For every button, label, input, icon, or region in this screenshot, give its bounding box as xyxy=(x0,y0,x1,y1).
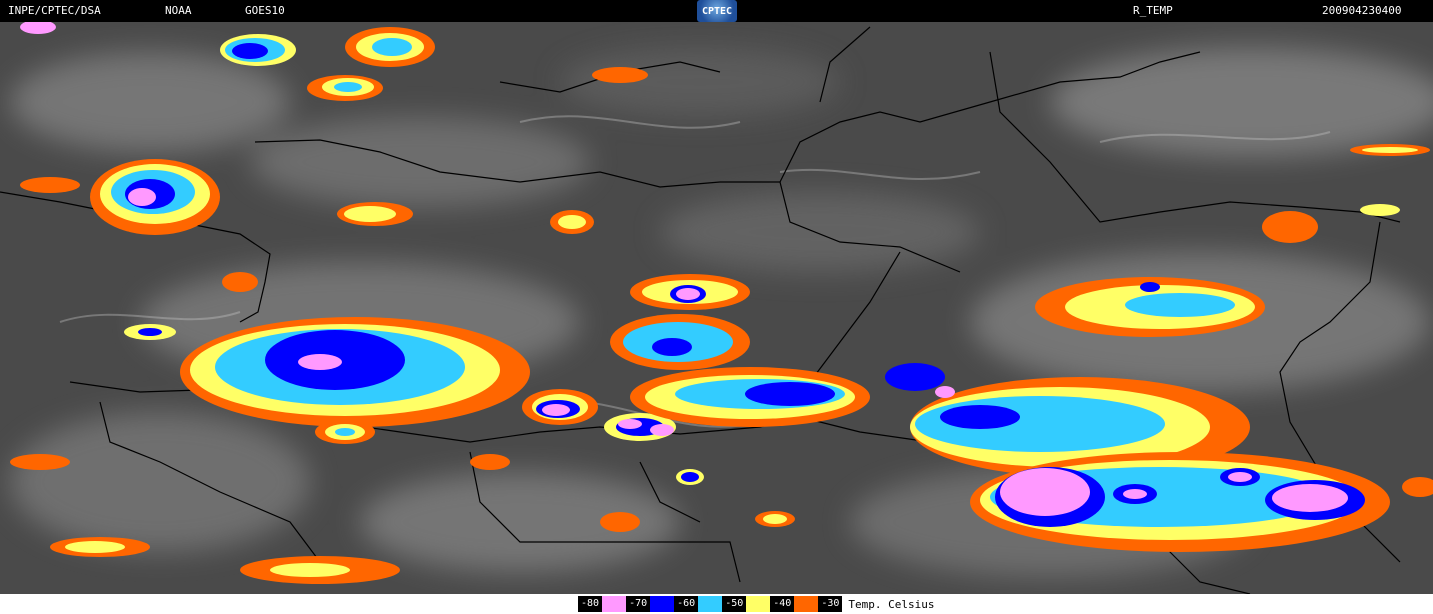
timestamp-label: 200904230400 xyxy=(1322,4,1402,17)
legend-label: -40 xyxy=(770,596,795,612)
satellite-map-svg xyxy=(0,22,1433,594)
legend-swatch xyxy=(698,596,723,612)
legend-label: -30 xyxy=(818,596,843,612)
cptec-logo: CPTEC xyxy=(697,0,737,22)
legend-label: -70 xyxy=(626,596,651,612)
legend-label: -80 xyxy=(578,596,603,612)
header-bar: INPE/CPTEC/DSA NOAA GOES10 CPTEC R_TEMP … xyxy=(0,0,1433,22)
agency-label: NOAA xyxy=(165,4,192,17)
satellite-image xyxy=(0,22,1433,594)
legend-bar: -80 -70 -60 -50 -40 -30 Temp. Celsius xyxy=(0,594,1433,614)
temperature-legend: -80 -70 -60 -50 -40 -30 Temp. Celsius xyxy=(578,596,934,612)
product-label: R_TEMP xyxy=(1133,4,1173,17)
legend-label: -50 xyxy=(722,596,747,612)
institution-label: INPE/CPTEC/DSA xyxy=(8,4,101,17)
legend-swatch xyxy=(794,596,819,612)
satellite-label: GOES10 xyxy=(245,4,285,17)
legend-swatch xyxy=(602,596,627,612)
legend-swatch xyxy=(746,596,771,612)
legend-unit-label: Temp. Celsius xyxy=(848,597,935,611)
storm-cluster-west xyxy=(180,317,530,427)
legend-swatch xyxy=(650,596,675,612)
legend-label: -60 xyxy=(674,596,699,612)
